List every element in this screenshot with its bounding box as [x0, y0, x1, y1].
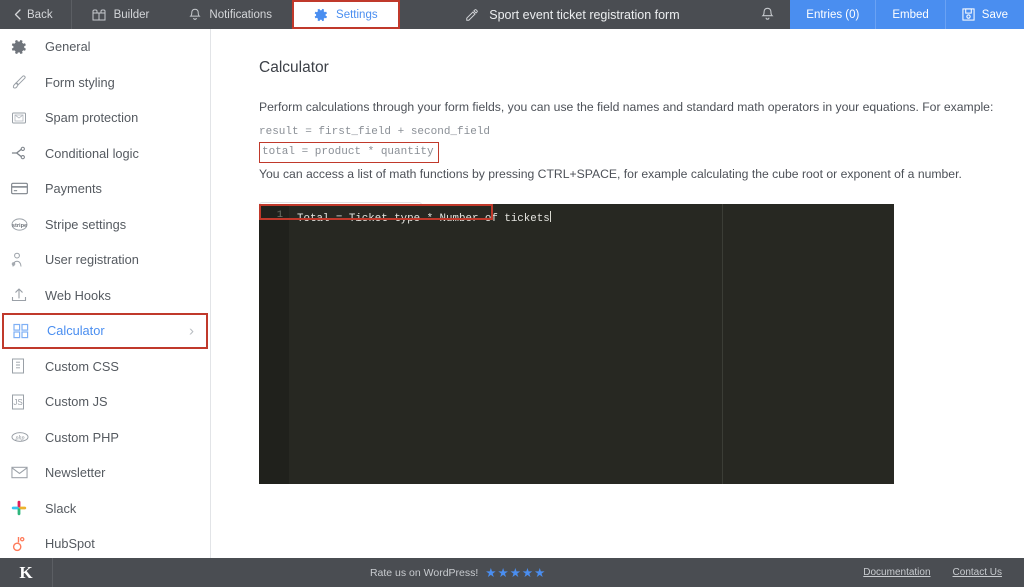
star-rating[interactable]: ★★★★★	[485, 565, 546, 580]
back-label: Back	[27, 9, 53, 21]
sidebar-item-label: Web Hooks	[34, 288, 111, 303]
tab-builder-label: Builder	[114, 9, 150, 21]
gear-icon	[314, 8, 328, 22]
save-disk-icon	[962, 8, 975, 21]
save-button[interactable]: Save	[946, 0, 1024, 29]
entries-label: Entries (0)	[806, 9, 859, 21]
gear-icon	[11, 39, 34, 55]
settings-sidebar: General Form styling Spam protection	[0, 29, 211, 558]
svg-text:stripe: stripe	[12, 223, 27, 229]
sidebar-item-stripe-settings[interactable]: stripe Stripe settings	[0, 207, 210, 243]
hubspot-icon	[11, 536, 34, 552]
sidebar-item-conditional-logic[interactable]: Conditional logic	[0, 136, 210, 172]
panel-description: Perform calculations through your form f…	[259, 99, 1024, 117]
sidebar-item-web-hooks[interactable]: Web Hooks	[0, 278, 210, 314]
sidebar-item-label: Form styling	[34, 75, 115, 90]
sidebar-item-label: User registration	[34, 252, 139, 267]
sidebar-item-custom-css[interactable]: Custom CSS	[0, 349, 210, 385]
formula-code-editor[interactable]: 1 Total = Ticket type * Number of ticket…	[259, 204, 894, 484]
sidebar-item-label: General	[34, 39, 91, 54]
tab-settings[interactable]: Settings	[292, 0, 400, 29]
css-file-icon	[11, 358, 34, 374]
sidebar-item-general[interactable]: General	[0, 29, 210, 65]
php-icon: php	[11, 431, 34, 443]
sidebar-item-user-registration[interactable]: User registration	[0, 242, 210, 278]
example-block: result = first_field + second_field tota…	[259, 121, 1024, 164]
sidebar-item-label: Stripe settings	[34, 217, 126, 232]
tab-notifications[interactable]: Notifications	[169, 0, 292, 29]
sidebar-item-label: Slack	[34, 501, 76, 516]
editor-gutter: 1	[259, 204, 289, 484]
embed-label: Embed	[892, 9, 928, 21]
bell-icon	[761, 7, 774, 22]
sidebar-item-label: Calculator	[36, 323, 105, 338]
sidebar-item-slack[interactable]: Slack	[0, 491, 210, 527]
tab-settings-label: Settings	[336, 9, 378, 21]
slack-icon	[11, 500, 34, 516]
bell-icon	[189, 8, 201, 22]
kali-forms-logo: K	[0, 558, 53, 587]
sidebar-item-custom-php[interactable]: php Custom PHP	[0, 420, 210, 456]
example-formula-2: total = product * quantity	[259, 142, 439, 163]
chevron-left-icon	[14, 9, 21, 20]
sidebar-item-label: Conditional logic	[34, 146, 139, 161]
logic-node-icon	[11, 146, 34, 160]
rate-us-block: Rate us on WordPress! ★★★★★	[53, 565, 863, 580]
app-root: Back Builder Notifications	[0, 0, 1024, 587]
svg-text:JS: JS	[13, 398, 22, 407]
sidebar-item-form-styling[interactable]: Form styling	[0, 65, 210, 101]
panel-hint: You can access a list of math functions …	[259, 166, 1024, 184]
sidebar-item-hubspot[interactable]: HubSpot	[0, 526, 210, 558]
footer-links: Documentation Contact Us	[863, 567, 1024, 578]
sidebar-item-label: Custom JS	[34, 394, 108, 409]
sidebar-item-custom-js[interactable]: JS Custom JS	[0, 384, 210, 420]
sidebar-item-label: Custom PHP	[34, 430, 119, 445]
upload-icon	[11, 287, 34, 303]
envelope-icon	[11, 466, 34, 479]
sidebar-item-label: Custom CSS	[34, 359, 119, 374]
shield-mail-icon	[11, 110, 34, 126]
top-bar: Back Builder Notifications	[0, 0, 1024, 29]
sidebar-item-calculator[interactable]: Calculator ›	[2, 313, 208, 349]
sidebar-item-spam-protection[interactable]: Spam protection	[0, 100, 210, 136]
user-icon	[11, 252, 34, 268]
line-number: 1	[259, 208, 283, 223]
sidebar-item-label: Newsletter	[34, 465, 105, 480]
footer-bar: K Rate us on WordPress! ★★★★★ Documentat…	[0, 558, 1024, 587]
brush-icon	[11, 74, 34, 90]
sidebar-item-label: HubSpot	[34, 536, 95, 551]
sidebar-item-newsletter[interactable]: Newsletter	[0, 455, 210, 491]
stripe-icon: stripe	[11, 217, 34, 232]
example-formula-1: result = first_field + second_field	[259, 122, 490, 142]
entries-button[interactable]: Entries (0)	[790, 0, 876, 29]
edit-pencil-icon	[465, 8, 479, 22]
back-button[interactable]: Back	[0, 0, 72, 29]
svg-text:php: php	[15, 436, 25, 442]
form-title-text: Sport event ticket registration form	[489, 8, 679, 22]
chevron-right-icon: ›	[189, 322, 194, 339]
credit-card-icon	[11, 182, 34, 195]
documentation-link[interactable]: Documentation	[863, 567, 930, 578]
tab-notifications-label: Notifications	[209, 9, 272, 21]
editor-print-margin	[722, 204, 723, 484]
js-file-icon: JS	[11, 394, 34, 410]
embed-button[interactable]: Embed	[876, 0, 945, 29]
page-title: Calculator	[259, 59, 1024, 77]
text-caret	[550, 211, 551, 222]
rate-us-label: Rate us on WordPress!	[370, 567, 478, 579]
sidebar-item-label: Spam protection	[34, 110, 138, 125]
save-label: Save	[982, 9, 1008, 21]
calculator-icon	[13, 323, 36, 339]
form-title[interactable]: Sport event ticket registration form	[400, 0, 746, 29]
notifications-bell-button[interactable]	[745, 0, 790, 29]
editor-line-1: Total = Ticket type * Number of tickets	[297, 212, 550, 227]
tab-builder[interactable]: Builder	[72, 0, 170, 29]
builder-icon	[92, 9, 106, 21]
contact-us-link[interactable]: Contact Us	[953, 567, 1002, 578]
sidebar-item-label: Payments	[34, 181, 102, 196]
editor-body[interactable]: Total = Ticket type * Number of tickets	[289, 204, 894, 484]
sidebar-item-payments[interactable]: Payments	[0, 171, 210, 207]
